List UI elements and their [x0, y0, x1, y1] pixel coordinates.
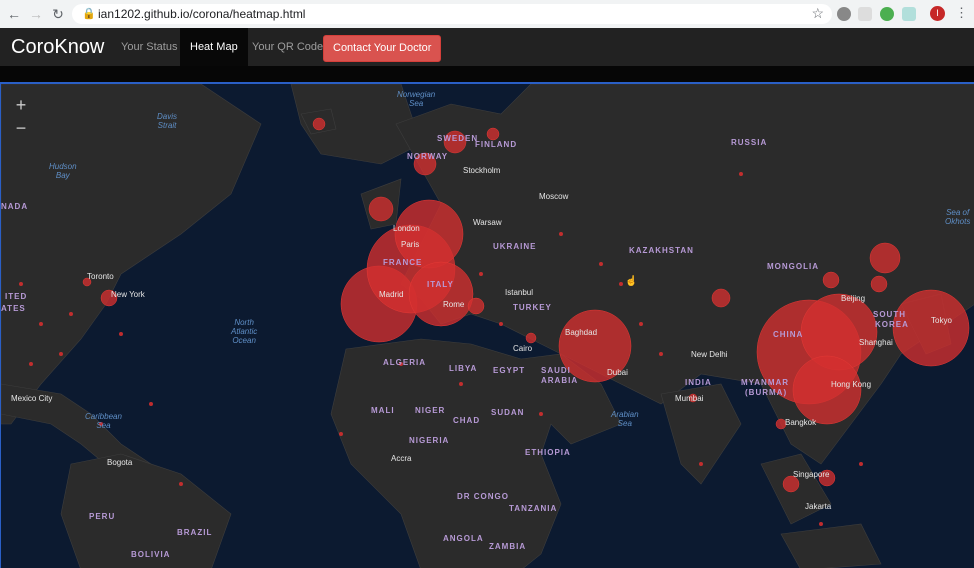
nav-your-status[interactable]: Your Status — [111, 28, 187, 66]
country-label: UKRAINE — [493, 242, 537, 251]
city-label: Dubai — [607, 368, 628, 377]
city-label: Shanghai — [859, 338, 893, 347]
city-label: Paris — [401, 240, 420, 249]
country-label: LIBYA — [449, 364, 478, 373]
country-label: NADA — [1, 202, 29, 211]
back-icon[interactable]: ← — [6, 6, 22, 22]
landmass-north-america — [1, 84, 262, 425]
zoom-control: + − — [10, 94, 32, 140]
bubble-italy — [408, 261, 474, 327]
extension-icon[interactable] — [858, 7, 872, 21]
lock-icon: 🔒 — [82, 8, 96, 20]
city-label: Toronto — [87, 272, 114, 281]
bubble-hong-kong — [792, 355, 862, 425]
city-label: New York — [111, 290, 145, 299]
city-label: Warsaw — [473, 218, 502, 227]
city-label: Tokyo — [931, 316, 952, 325]
browser-chrome: ← → ↻ 🔒 ian1202.github.io/corona/heatmap… — [0, 0, 974, 29]
ocean-label: Davis Strait — [157, 112, 178, 130]
city-label: Singapore — [793, 470, 830, 479]
country-label: (BURMA) — [745, 388, 788, 397]
country-label: CHAD — [453, 416, 481, 425]
country-label: FINLAND — [475, 140, 518, 149]
ocean-label: Norwegian Sea — [397, 90, 436, 108]
country-label: ANGOLA — [443, 534, 484, 543]
url-text: ian1202.github.io/corona/heatmap.html — [98, 7, 306, 21]
country-label: FRANCE — [383, 258, 423, 267]
country-label: ITALY — [427, 280, 454, 289]
heat-map[interactable]: + − RUSSIA KAZAKHSTAN MONGOLIA CHINA IND… — [0, 82, 974, 568]
forward-icon[interactable]: → — [28, 6, 44, 22]
country-label: TURKEY — [513, 303, 552, 312]
city-label: New Delhi — [691, 350, 728, 359]
brand-logo[interactable]: CoroKnow — [11, 36, 104, 59]
city-label: Accra — [391, 454, 412, 463]
country-label: NORWAY — [407, 152, 449, 161]
city-label: Jakarta — [805, 502, 832, 511]
city-label: Rome — [443, 300, 465, 309]
address-bar[interactable]: 🔒 ian1202.github.io/corona/heatmap.html … — [72, 4, 832, 24]
country-label: KAZAKHSTAN — [629, 246, 694, 255]
profile-avatar[interactable]: I — [930, 6, 945, 21]
city-label: Mumbai — [675, 394, 704, 403]
zoom-in-button[interactable]: + — [10, 94, 32, 117]
country-label: NIGERIA — [409, 436, 450, 445]
contact-doctor-button[interactable]: Contact Your Doctor — [323, 35, 442, 62]
ocean-label: Hudson Bay — [49, 162, 77, 180]
country-label: KOREA — [875, 320, 909, 329]
country-label: SUDAN — [491, 408, 525, 417]
ocean-label: North Atlantic Ocean — [231, 318, 258, 345]
city-label: Istanbul — [505, 288, 534, 297]
menu-kebab-icon[interactable]: ⋮ — [955, 5, 968, 21]
ocean-label: Sea of Okhots — [945, 208, 971, 226]
country-label: EGYPT — [493, 366, 526, 375]
country-label: ITED — [5, 292, 28, 301]
city-label: Stockholm — [463, 166, 501, 175]
country-label: SWEDEN — [437, 134, 479, 143]
country-label: RUSSIA — [731, 138, 768, 147]
country-label: TANZANIA — [509, 504, 558, 513]
country-label: MALI — [371, 406, 395, 415]
country-label: BOLIVIA — [131, 550, 171, 559]
nav-your-qr-code[interactable]: Your QR Code — [242, 28, 333, 66]
city-label: Hong Kong — [831, 380, 872, 389]
extension-icon[interactable] — [837, 7, 851, 21]
extension-icon[interactable] — [902, 7, 916, 21]
country-label: ZAMBIA — [489, 542, 527, 551]
spacer-strip — [0, 66, 974, 82]
country-label: NIGER — [415, 406, 446, 415]
city-label: Moscow — [539, 192, 569, 201]
city-label: Baghdad — [565, 328, 598, 337]
extension-icon[interactable] — [880, 7, 894, 21]
bubble-uk — [368, 196, 394, 222]
pointer-cursor-icon: ☝ — [625, 276, 638, 287]
country-label: ALGERIA — [383, 358, 426, 367]
ocean-label: Arabian Sea — [611, 410, 639, 428]
country-label: INDIA — [685, 378, 712, 387]
city-label: Mexico City — [11, 394, 53, 403]
city-label: London — [393, 224, 420, 233]
reload-icon[interactable]: ↻ — [50, 6, 66, 22]
city-label: Bangkok — [785, 418, 817, 427]
country-label: SOUTH — [873, 310, 906, 319]
ocean-label: Caribbean Sea — [85, 412, 122, 430]
zoom-out-button[interactable]: − — [10, 117, 32, 140]
country-label: ATES — [1, 304, 26, 313]
country-label: MONGOLIA — [767, 262, 819, 271]
nav-heat-map[interactable]: Heat Map — [180, 28, 248, 66]
bookmark-star-icon[interactable]: ☆ — [811, 5, 824, 22]
site-navbar: CoroKnow Your Status Heat Map Your QR Co… — [0, 28, 974, 66]
city-label: Bogota — [107, 458, 133, 467]
country-label: SAUDI ARABIA — [541, 366, 579, 385]
country-label: DR CONGO — [457, 492, 509, 501]
country-label: PERU — [89, 512, 116, 521]
country-label: CHINA — [773, 330, 804, 339]
city-label: Cairo — [513, 344, 533, 353]
country-label: MYANMAR — [741, 378, 790, 387]
country-label: ETHIOPIA — [525, 448, 571, 457]
city-label: Madrid — [379, 290, 404, 299]
country-label: BRAZIL — [177, 528, 213, 537]
city-label: Beijing — [841, 294, 866, 303]
